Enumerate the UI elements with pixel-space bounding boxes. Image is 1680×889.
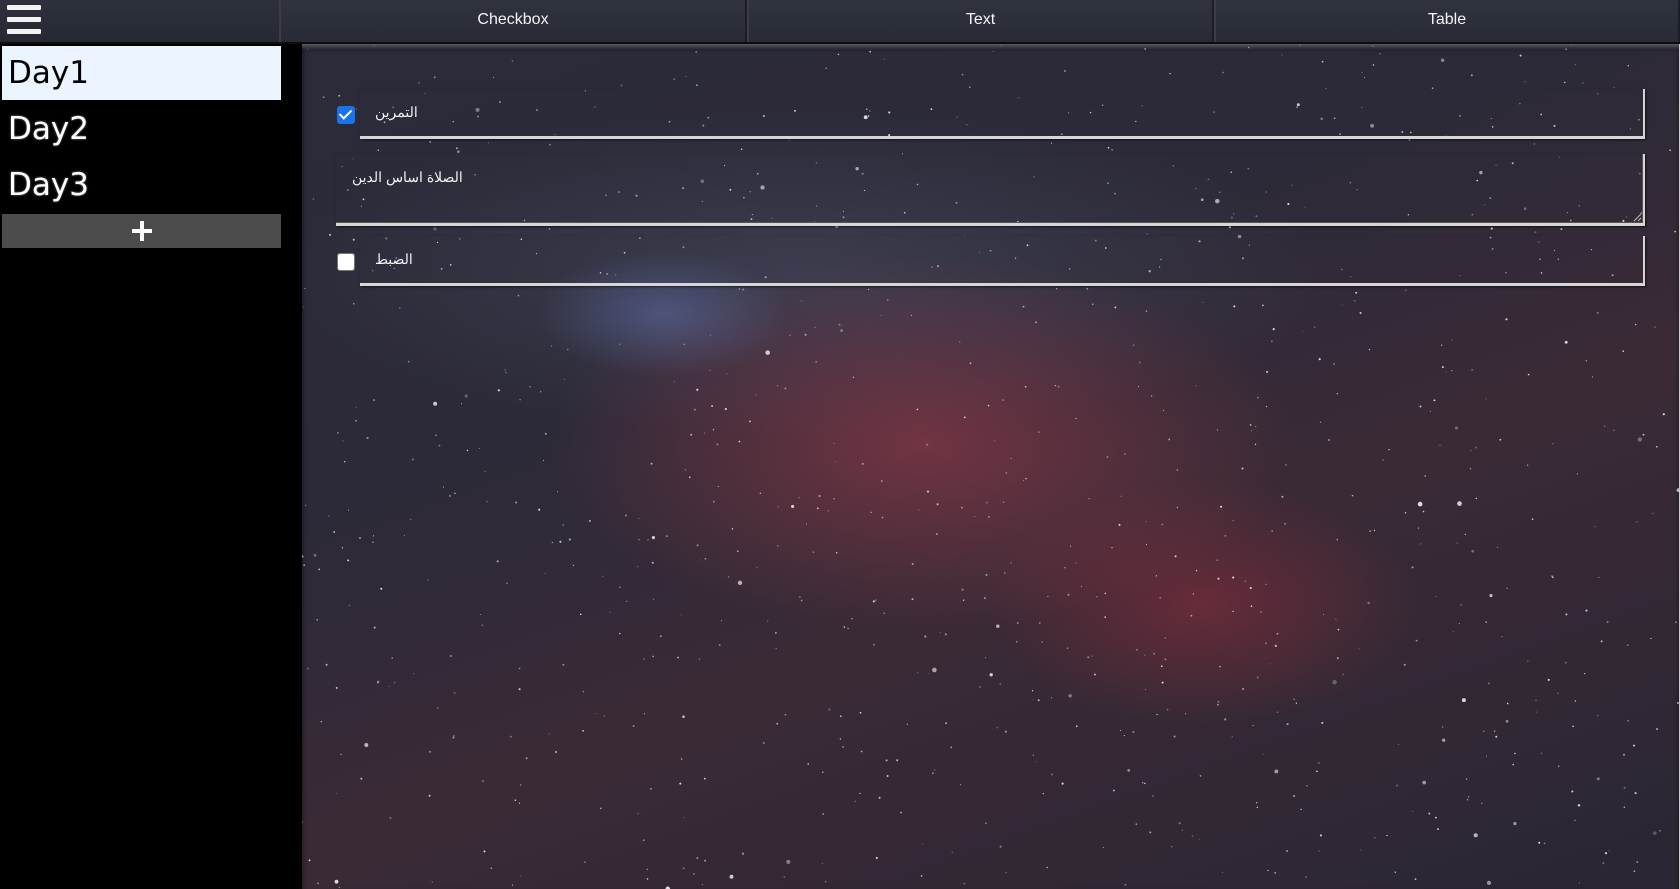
resize-grip-icon[interactable]	[1632, 212, 1642, 222]
task-checkbox-1[interactable]	[337, 106, 355, 124]
main-content: التمرين الصلاة اساس الدين الضبط	[302, 44, 1680, 889]
tab-checkbox[interactable]: Checkbox	[279, 0, 747, 42]
task-label-2[interactable]: الضبط	[375, 251, 413, 268]
top-bar: Checkbox Text Table	[0, 0, 1680, 44]
task-item-2: الضبط	[337, 236, 1645, 286]
task-item-1: التمرين	[337, 89, 1645, 139]
notes-text: الصلاة اساس الدين	[352, 169, 463, 185]
tab-text[interactable]: Text	[747, 0, 1214, 42]
task-checkbox-2[interactable]	[337, 253, 355, 271]
app-root: Checkbox Text Table Day1 Day2 Day3 التمر…	[0, 0, 1680, 889]
hamburger-menu-icon[interactable]	[6, 3, 42, 37]
sidebar: Day1 Day2 Day3	[0, 44, 302, 889]
notes-textarea[interactable]: الصلاة اساس الدين	[336, 154, 1645, 226]
tab-table[interactable]: Table	[1214, 0, 1680, 42]
sidebar-item-day2[interactable]: Day2	[2, 102, 281, 156]
task-label-1[interactable]: التمرين	[375, 104, 418, 121]
add-day-button[interactable]	[2, 214, 281, 248]
sidebar-item-day1[interactable]: Day1	[2, 46, 281, 100]
sidebar-item-day3[interactable]: Day3	[2, 158, 281, 212]
